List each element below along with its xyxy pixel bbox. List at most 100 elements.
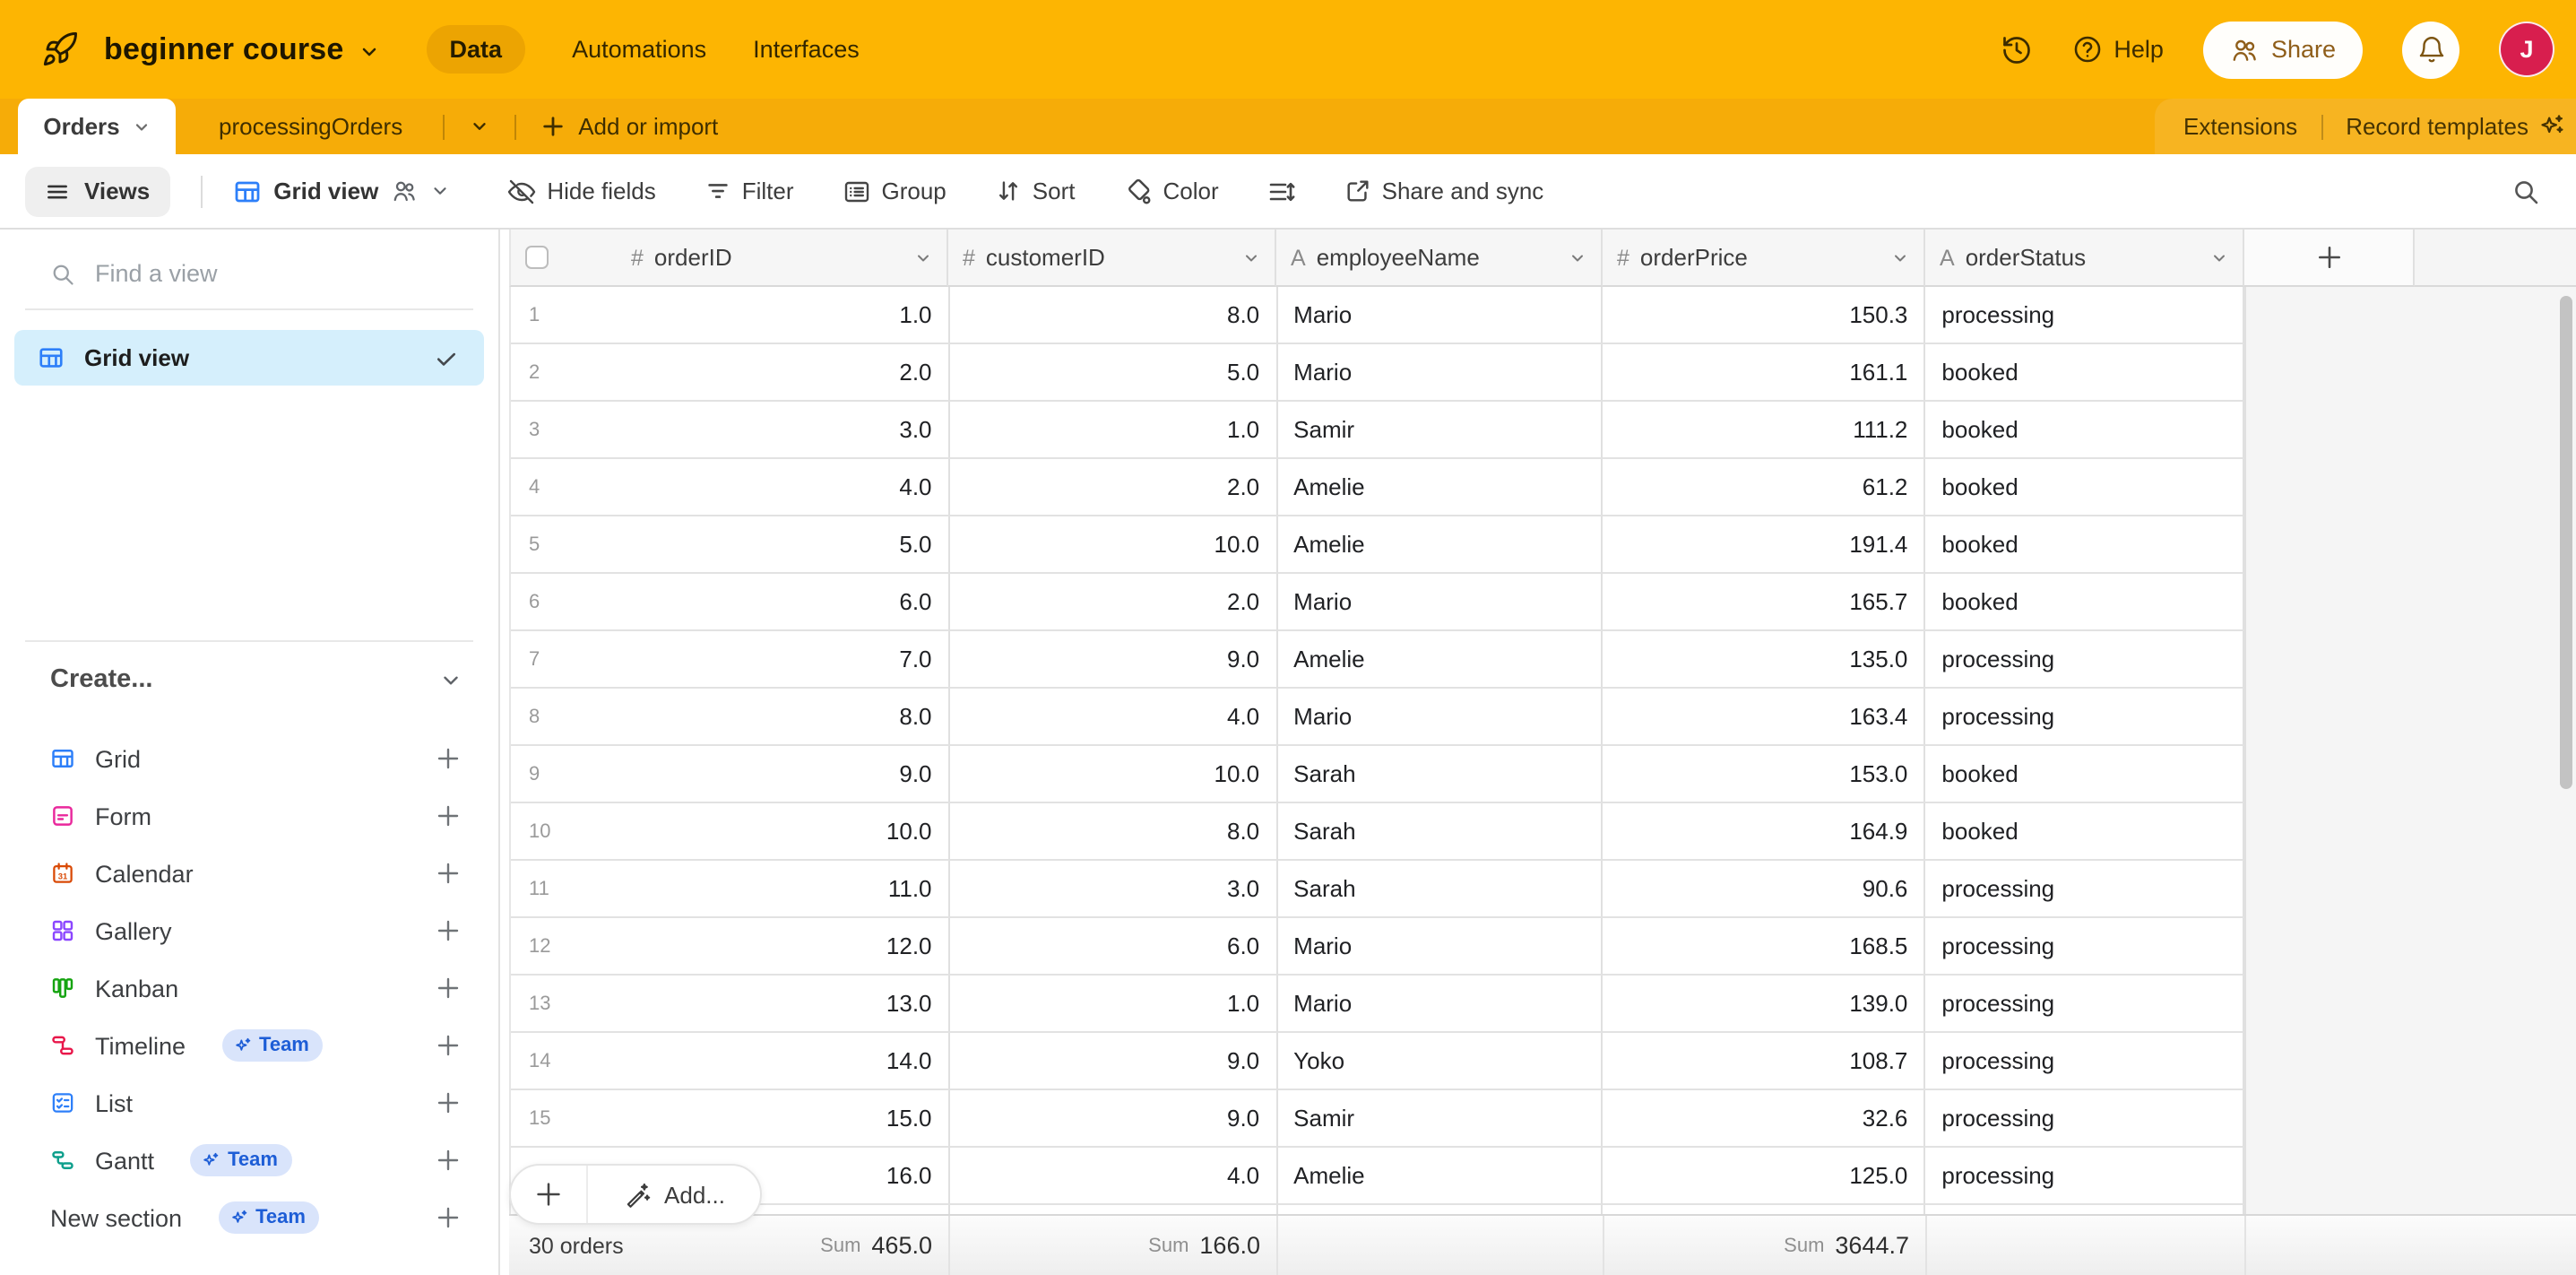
- row-number[interactable]: 4: [511, 459, 570, 516]
- search-button[interactable]: [2511, 177, 2540, 205]
- nav-tab-data[interactable]: Data: [427, 25, 526, 74]
- avatar[interactable]: J: [2499, 22, 2554, 77]
- cell-employeeName[interactable]: Sarah: [1277, 861, 1604, 918]
- cell-employeeName[interactable]: Mario: [1277, 918, 1604, 976]
- summary-sum-orderPrice[interactable]: Sum 3644.7: [1441, 1216, 1909, 1275]
- cell-orderStatus[interactable]: booked: [1925, 803, 2244, 861]
- cell-customerID[interactable]: 10.0: [950, 746, 1278, 803]
- create-item-timeline[interactable]: Timeline Team: [0, 1017, 498, 1074]
- cell-employeeName[interactable]: Mario: [1277, 689, 1604, 746]
- cell-orderPrice[interactable]: 164.9: [1604, 803, 1926, 861]
- plus-icon[interactable]: [436, 861, 461, 886]
- cell-orderStatus[interactable]: processing: [1925, 631, 2244, 689]
- record-templates-button[interactable]: Record templates: [2346, 113, 2566, 140]
- cell-customerID[interactable]: 2.0: [950, 459, 1278, 516]
- chevron-down-icon[interactable]: [1569, 248, 1586, 266]
- row-number[interactable]: 8: [511, 689, 570, 746]
- cell-orderPrice[interactable]: 191.4: [1604, 516, 1926, 574]
- cell-orderID[interactable]: 11.0: [570, 861, 950, 918]
- share-button[interactable]: Share: [2203, 21, 2363, 78]
- cell-customerID[interactable]: 8.0: [950, 803, 1278, 861]
- chevron-down-icon[interactable]: [1891, 248, 1909, 266]
- cell-employeeName[interactable]: Mario: [1277, 574, 1604, 631]
- cell-customerID[interactable]: 9.0: [950, 631, 1278, 689]
- chevron-down-icon[interactable]: [914, 248, 932, 266]
- cell-orderStatus[interactable]: booked: [1925, 746, 2244, 803]
- plus-icon[interactable]: [436, 918, 461, 943]
- row-number[interactable]: 13: [511, 976, 570, 1033]
- row-number[interactable]: 3: [511, 402, 570, 459]
- add-or-import-button[interactable]: Add or import: [540, 99, 718, 154]
- row-number[interactable]: 6: [511, 574, 570, 631]
- plus-icon[interactable]: [436, 976, 461, 1001]
- filter-button[interactable]: Filter: [705, 178, 794, 204]
- cell-customerID[interactable]: 6.0: [950, 918, 1278, 976]
- cell-orderPrice[interactable]: 168.5: [1604, 918, 1926, 976]
- cell-orderStatus[interactable]: processing: [1925, 1148, 2244, 1205]
- chevron-down-icon[interactable]: [1242, 248, 1260, 266]
- create-item-form[interactable]: Form: [0, 787, 498, 845]
- cell-employeeName[interactable]: Amelie: [1277, 459, 1604, 516]
- tab-list-expander[interactable]: [444, 99, 514, 154]
- tab-processing-orders[interactable]: processingOrders: [219, 99, 402, 154]
- cell-employeeName[interactable]: Yoko: [1277, 1033, 1604, 1090]
- plus-icon[interactable]: [436, 803, 461, 828]
- cell-employeeName[interactable]: Amelie: [1277, 631, 1604, 689]
- cell-orderPrice[interactable]: 108.7: [1604, 1033, 1926, 1090]
- nav-tab-interfaces[interactable]: Interfaces: [753, 36, 860, 63]
- column-header-orderID[interactable]: # orderID: [509, 230, 948, 287]
- cell-orderID[interactable]: 2.0: [570, 344, 950, 402]
- row-number[interactable]: 15: [511, 1090, 570, 1148]
- cell-orderID[interactable]: 10.0: [570, 803, 950, 861]
- create-item-grid[interactable]: Grid: [0, 730, 498, 787]
- cell-orderStatus[interactable]: booked: [1925, 402, 2244, 459]
- cell-customerID[interactable]: 8.0: [950, 287, 1278, 344]
- add-field-button[interactable]: [2244, 230, 2415, 287]
- cell-customerID[interactable]: 2.0: [950, 574, 1278, 631]
- cell-orderID[interactable]: 4.0: [570, 459, 950, 516]
- row-number[interactable]: 1: [511, 287, 570, 344]
- cell-customerID[interactable]: 9.0: [950, 1033, 1278, 1090]
- row-number[interactable]: 14: [511, 1033, 570, 1090]
- cell-orderPrice[interactable]: 111.2: [1604, 402, 1926, 459]
- cell-orderPrice[interactable]: 139.0: [1604, 976, 1926, 1033]
- cell-orderStatus[interactable]: processing: [1925, 861, 2244, 918]
- cell-orderID[interactable]: 5.0: [570, 516, 950, 574]
- base-title[interactable]: beginner course: [104, 31, 344, 67]
- cell-orderID[interactable]: 8.0: [570, 689, 950, 746]
- help-button[interactable]: Help: [2072, 34, 2164, 65]
- cell-orderStatus[interactable]: processing: [1925, 1090, 2244, 1148]
- add-record-button[interactable]: [511, 1166, 588, 1223]
- create-item-calendar[interactable]: 31 Calendar: [0, 845, 498, 902]
- cell-orderStatus[interactable]: booked: [1925, 459, 2244, 516]
- cell-orderPrice[interactable]: 61.2: [1604, 459, 1926, 516]
- cell-orderID[interactable]: 15.0: [570, 1090, 950, 1148]
- vertical-scrollbar[interactable]: [2560, 296, 2572, 789]
- row-number[interactable]: 2: [511, 344, 570, 402]
- plus-icon[interactable]: [436, 1205, 461, 1230]
- find-view-input[interactable]: [95, 260, 400, 287]
- cell-customerID[interactable]: 4.0: [950, 689, 1278, 746]
- tab-orders[interactable]: Orders: [18, 99, 176, 154]
- cell-orderStatus[interactable]: booked: [1925, 516, 2244, 574]
- cell-orderStatus[interactable]: processing: [1925, 287, 2244, 344]
- cell-employeeName[interactable]: Mario: [1277, 344, 1604, 402]
- chevron-down-icon[interactable]: [439, 668, 462, 691]
- summary-sum-customerID[interactable]: Sum 166.0: [957, 1216, 1260, 1275]
- cell-employeeName[interactable]: Mario: [1277, 287, 1604, 344]
- column-header-employeeName[interactable]: A employeeName: [1276, 230, 1603, 287]
- cell-orderID[interactable]: 12.0: [570, 918, 950, 976]
- cell-customerID[interactable]: 10.0: [950, 516, 1278, 574]
- row-height-button[interactable]: [1267, 177, 1296, 205]
- row-number[interactable]: 9: [511, 746, 570, 803]
- cell-employeeName[interactable]: Samir: [1277, 1090, 1604, 1148]
- nav-tab-automations[interactable]: Automations: [572, 36, 706, 63]
- cell-employeeName[interactable]: Sarah: [1277, 746, 1604, 803]
- create-item-kanban[interactable]: Kanban: [0, 959, 498, 1017]
- chevron-down-icon[interactable]: [359, 40, 380, 62]
- cell-orderID[interactable]: 9.0: [570, 746, 950, 803]
- cell-orderPrice[interactable]: 161.1: [1604, 344, 1926, 402]
- add-with-ai-button[interactable]: Add...: [588, 1166, 760, 1223]
- cell-orderStatus[interactable]: booked: [1925, 574, 2244, 631]
- create-item-gallery[interactable]: Gallery: [0, 902, 498, 959]
